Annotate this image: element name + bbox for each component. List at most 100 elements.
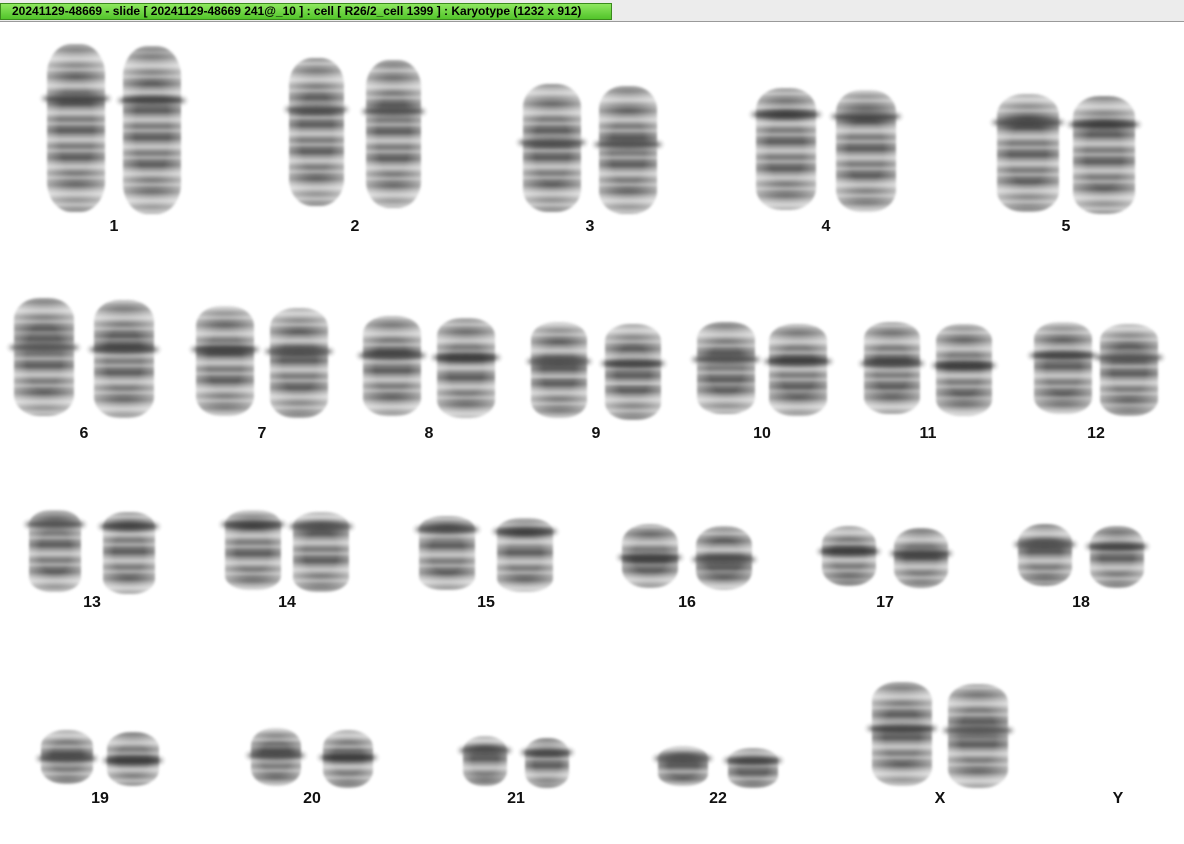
centromere-band xyxy=(518,138,586,147)
centromere-band xyxy=(859,359,925,368)
centromere-band xyxy=(220,520,286,529)
chromosome-10-right[interactable] xyxy=(764,324,832,416)
centromere-band xyxy=(284,105,349,114)
chromosome-label-1: 1 xyxy=(109,218,119,235)
chromosome-15-left[interactable] xyxy=(414,516,480,590)
chromosome-19-left[interactable] xyxy=(36,730,98,784)
chromosome-7-left[interactable] xyxy=(191,306,259,416)
chromosome-5-left[interactable] xyxy=(992,94,1064,212)
chromosome-14-left[interactable] xyxy=(220,510,286,590)
chromosome-22-right[interactable] xyxy=(724,748,782,788)
chromosome-4-right[interactable] xyxy=(831,90,901,212)
chromosome-label-11: 11 xyxy=(919,425,937,442)
centromere-band xyxy=(831,112,901,121)
centromere-band xyxy=(459,746,511,755)
chromosome-12-right[interactable] xyxy=(1095,324,1163,416)
chromosome-1-left[interactable] xyxy=(42,44,110,212)
karyotype-canvas: 1 2 3 4 5 6 7 8 9 10 11 12 13 14 15 16 17 18 19 20 21 22 X Y xyxy=(0,22,1184,844)
centromere-band xyxy=(42,94,110,103)
chromosome-3-right[interactable] xyxy=(594,86,662,214)
centromere-band xyxy=(1068,120,1140,129)
centromere-band xyxy=(1013,540,1077,549)
centromere-band xyxy=(191,345,259,354)
chromosome-label-20: 20 xyxy=(303,790,321,807)
chromosome-5-right[interactable] xyxy=(1068,96,1140,214)
chromosome-label-22: 22 xyxy=(709,790,727,807)
chromosome-13-left[interactable] xyxy=(24,510,86,592)
centromere-band xyxy=(751,110,821,119)
window-title-bar: 20241129-48669 - slide [ 20241129-48669 … xyxy=(0,0,1184,22)
chromosome-label-9: 9 xyxy=(591,425,601,442)
centromere-band xyxy=(36,754,98,763)
centromere-band xyxy=(358,351,426,360)
centromere-band xyxy=(24,520,86,529)
chromosome-9-left[interactable] xyxy=(526,322,592,418)
centromere-band xyxy=(764,357,832,366)
chromosome-16-right[interactable] xyxy=(691,526,757,590)
chromosome-22-left[interactable] xyxy=(654,746,712,786)
chromosome-1-right[interactable] xyxy=(118,46,186,214)
chromosome-13-right[interactable] xyxy=(98,512,160,594)
chromosome-11-right[interactable] xyxy=(931,324,997,416)
chromosome-label-17: 17 xyxy=(876,594,894,611)
chromosome-8-right[interactable] xyxy=(432,318,500,418)
chromosome-label-Y: Y xyxy=(1112,790,1124,807)
chromosome-15-right[interactable] xyxy=(492,518,558,592)
centromere-band xyxy=(1095,353,1163,362)
centromere-band xyxy=(526,357,592,366)
chromosome-6-right[interactable] xyxy=(89,300,159,418)
chromosome-label-14: 14 xyxy=(278,594,296,611)
chromosome-label-18: 18 xyxy=(1072,594,1090,611)
centromere-band xyxy=(98,522,160,531)
centromere-band xyxy=(992,118,1064,127)
centromere-band xyxy=(654,754,712,763)
chromosome-label-4: 4 xyxy=(821,218,831,235)
chromosome-label-10: 10 xyxy=(753,425,771,442)
chromosome-X-left[interactable] xyxy=(867,682,937,786)
chromosome-2-right[interactable] xyxy=(361,60,426,208)
centromere-band xyxy=(9,343,79,352)
chromosome-12-left[interactable] xyxy=(1029,322,1097,414)
chromosome-17-right[interactable] xyxy=(889,528,953,588)
chromosome-21-right[interactable] xyxy=(521,738,573,788)
chromosome-label-7: 7 xyxy=(257,425,267,442)
chromosome-X-right[interactable] xyxy=(943,684,1013,788)
chromosome-label-19: 19 xyxy=(91,790,109,807)
chromosome-9-right[interactable] xyxy=(600,324,666,420)
chromosome-16-left[interactable] xyxy=(617,524,683,588)
chromosome-2-left[interactable] xyxy=(284,58,349,206)
chromosome-3-left[interactable] xyxy=(518,84,586,212)
chromosome-19-right[interactable] xyxy=(102,732,164,786)
chromosome-6-left[interactable] xyxy=(9,298,79,416)
centromere-band xyxy=(931,361,997,370)
chromosome-20-right[interactable] xyxy=(319,730,377,788)
chromosome-8-left[interactable] xyxy=(358,316,426,416)
chromosome-label-5: 5 xyxy=(1061,218,1071,235)
centromere-band xyxy=(265,347,333,356)
centromere-band xyxy=(432,353,500,362)
centromere-band xyxy=(617,553,683,562)
chromosome-label-3: 3 xyxy=(585,218,595,235)
centromere-band xyxy=(319,753,377,762)
centromere-band xyxy=(361,107,426,116)
chromosome-10-left[interactable] xyxy=(692,322,760,414)
chromosome-21-left[interactable] xyxy=(459,736,511,786)
chromosome-label-6: 6 xyxy=(79,425,89,442)
centromere-band xyxy=(867,724,937,733)
chromosome-4-left[interactable] xyxy=(751,88,821,210)
centromere-band xyxy=(89,345,159,354)
centromere-band xyxy=(594,140,662,149)
chromosome-7-right[interactable] xyxy=(265,308,333,418)
centromere-band xyxy=(492,527,558,536)
chromosome-17-left[interactable] xyxy=(817,526,881,586)
centromere-band xyxy=(889,549,953,558)
chromosome-11-left[interactable] xyxy=(859,322,925,414)
chromosome-18-right[interactable] xyxy=(1085,526,1149,588)
centromere-band xyxy=(943,726,1013,735)
centromere-band xyxy=(288,522,354,531)
chromosome-20-left[interactable] xyxy=(247,728,305,786)
centromere-band xyxy=(691,555,757,564)
chromosome-18-left[interactable] xyxy=(1013,524,1077,586)
chromosome-14-right[interactable] xyxy=(288,512,354,592)
centromere-band xyxy=(102,756,164,765)
